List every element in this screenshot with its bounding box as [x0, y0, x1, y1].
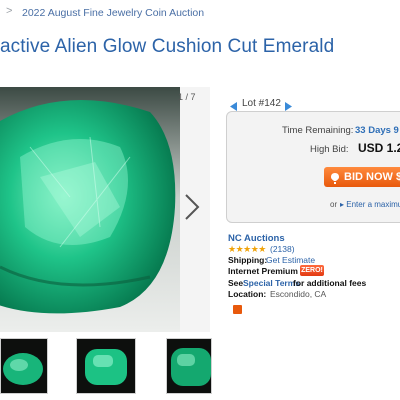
thumbnail-3[interactable]	[166, 338, 212, 394]
seller-rating-stars: ★★★★★	[228, 244, 266, 254]
image-counter: 1 / 7	[178, 92, 196, 102]
location-value: Escondido, CA	[270, 289, 327, 299]
lot-number: Lot #142	[242, 98, 281, 109]
gavel-icon	[330, 171, 340, 189]
internet-premium-label: Internet Premium :	[228, 266, 304, 276]
next-lot-arrow-icon[interactable]	[283, 98, 292, 111]
breadcrumb-auction-link[interactable]: 2022 August Fine Jewelry Coin Auction	[22, 7, 204, 19]
shipping-label: Shipping:	[228, 255, 268, 265]
thumbnail-1[interactable]	[0, 338, 48, 394]
max-bid-or-text: or	[330, 200, 338, 209]
seller-rating-count[interactable]: (2138)	[270, 244, 295, 254]
enter-maximum-bid-link[interactable]: ▸ Enter a maximum	[340, 200, 400, 209]
breadcrumb-separator: >	[6, 5, 13, 17]
seller-name-link[interactable]: NC Auctions	[228, 233, 285, 244]
page-title: active Alien Glow Cushion Cut Emerald	[0, 36, 335, 57]
bid-now-label[interactable]: BID NOW $	[344, 171, 400, 183]
previous-lot-arrow-icon[interactable]	[230, 98, 239, 111]
shipping-estimate-link[interactable]: Get Estimate	[266, 255, 315, 265]
high-bid-label: High Bid:	[310, 144, 349, 155]
location-label: Location:	[228, 289, 267, 299]
zero-premium-badge: ZERO!	[300, 265, 324, 276]
main-product-image[interactable]	[0, 87, 210, 332]
thumbnail-2[interactable]	[76, 338, 136, 394]
time-remaining-value: 33 Days 9	[355, 125, 399, 136]
seller-flag-icon	[233, 305, 242, 314]
see-text: See	[228, 278, 244, 288]
time-remaining-label: Time Remaining:	[282, 125, 354, 136]
high-bid-value: USD 1.2	[358, 141, 400, 155]
next-image-arrow-icon[interactable]	[180, 192, 204, 222]
additional-fees-text: for additional fees	[293, 278, 367, 288]
breadcrumb: > 2022 August Fine Jewelry Coin Auction	[0, 0, 400, 26]
special-terms-link[interactable]: Special Terms	[243, 278, 300, 288]
